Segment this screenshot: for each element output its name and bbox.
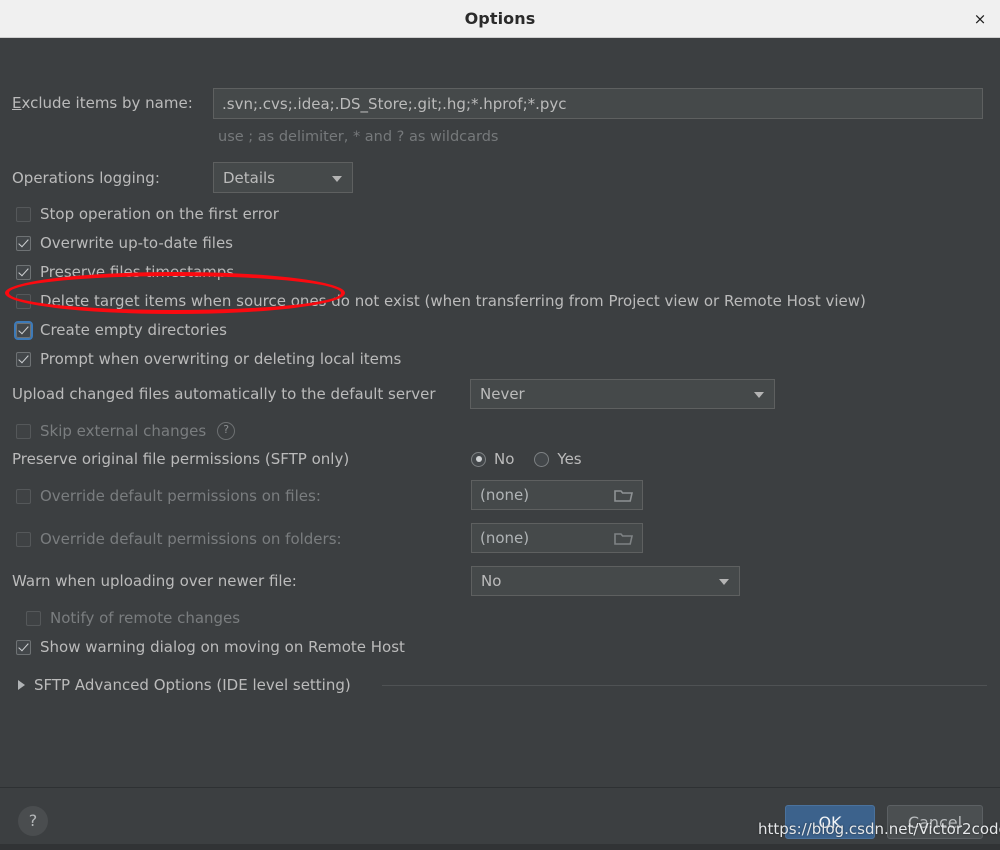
checkbox-stop-on-error[interactable] [16,206,31,222]
override-files-input[interactable]: (none) [471,480,643,510]
upload-changed-select[interactable]: Never [470,379,775,409]
chevron-down-icon [719,579,729,585]
chevron-right-icon [18,680,25,690]
sftp-advanced-options-label: SFTP Advanced Options (IDE level setting… [34,676,351,694]
exclude-items-hint: use ; as delimiter, * and ? as wildcards [218,129,499,145]
checkbox-create-empty-dirs[interactable] [14,320,33,340]
warn-newer-label: Warn when uploading over newer file: [12,572,297,590]
section-divider [382,685,987,686]
dialog-body: Exclude items by name: .svn;.cvs;.idea;.… [0,38,1000,787]
checkbox-preserve-timestamps[interactable] [16,264,31,280]
sftp-advanced-options-toggle[interactable]: SFTP Advanced Options (IDE level setting… [18,675,351,695]
checkbox-label-skip-external: Skip external changes [40,422,207,440]
checkbox-row-create-empty-dirs[interactable]: Create empty directories [14,320,227,340]
exclude-items-value: .svn;.cvs;.idea;.DS_Store;.git;.hg;*.hpr… [222,94,567,113]
override-files-value: (none) [480,486,530,504]
close-icon[interactable]: × [968,8,992,30]
checkbox-label-preserve-timestamps: Preserve files timestamps [40,263,235,281]
checkbox-row-preserve-timestamps[interactable]: Preserve files timestamps [16,262,234,282]
checkbox-notify-remote [26,610,41,626]
checkbox-delete-target[interactable] [16,293,31,309]
folder-icon[interactable] [614,531,633,545]
checkbox-label-notify-remote: Notify of remote changes [50,609,241,627]
radio-label-no: No [494,450,515,468]
checkbox-override-folders [16,531,31,547]
radio-preserve-permissions-no[interactable] [471,451,486,467]
help-icon[interactable]: ? [217,422,236,440]
exclude-items-label: Exclude items by name: [12,94,193,112]
radio-preserve-permissions-yes[interactable] [534,451,550,467]
override-folders-value: (none) [480,529,530,547]
checkbox-override-files [16,488,31,504]
upload-changed-value: Never [480,385,525,403]
checkbox-label-stop-on-error: Stop operation on the first error [40,205,279,223]
window-bottom-edge [0,844,1000,850]
checkbox-row-notify-remote[interactable]: Notify of remote changes [26,608,240,628]
checkbox-row-override-files[interactable]: Override default permissions on files: [16,486,321,506]
checkbox-row-show-warning-moving[interactable]: Show warning dialog on moving on Remote … [16,637,405,657]
checkbox-prompt-overwriting[interactable] [16,351,31,367]
titlebar: Options × [0,0,1000,38]
chevron-down-icon [754,392,764,398]
operations-logging-label: Operations logging: [12,169,160,187]
chevron-down-icon [332,175,342,182]
override-folders-input[interactable]: (none) [471,523,643,553]
exclude-items-input[interactable]: .svn;.cvs;.idea;.DS_Store;.git;.hg;*.hpr… [213,88,983,119]
checkbox-label-override-folders: Override default permissions on folders: [40,530,342,548]
warn-newer-select[interactable]: No [471,566,740,596]
radio-label-yes: Yes [557,450,582,468]
checkbox-label-delete-target: Delete target items when source ones do … [40,292,866,310]
preserve-permissions-label: Preserve original file permissions (SFTP… [12,450,350,468]
checkbox-label-create-empty-dirs: Create empty directories [40,321,227,339]
ok-button[interactable]: OK [785,805,875,839]
operations-logging-value: Details [223,168,276,187]
checkbox-overwrite-uptodate[interactable] [16,235,31,251]
checkbox-label-show-warning-moving: Show warning dialog on moving on Remote … [40,638,405,656]
dialog-footer: ? OK Cancel [0,788,1000,850]
checkbox-row-overwrite-uptodate[interactable]: Overwrite up-to-date files [16,233,233,253]
options-dialog: Options × Exclude items by name: .svn;.c… [0,0,1000,850]
checkbox-label-override-files: Override default permissions on files: [40,487,321,505]
cancel-button[interactable]: Cancel [887,805,983,839]
checkbox-show-warning-moving[interactable] [16,639,31,655]
help-button[interactable]: ? [18,806,48,836]
window-title: Options [464,9,536,28]
checkbox-row-prompt-overwriting[interactable]: Prompt when overwriting or deleting loca… [16,349,401,369]
checkbox-label-prompt-overwriting: Prompt when overwriting or deleting loca… [40,350,402,368]
checkbox-row-delete-target[interactable]: Delete target items when source ones do … [16,291,866,311]
checkbox-row-stop-on-error[interactable]: Stop operation on the first error [16,204,279,224]
checkbox-skip-external [16,423,31,439]
checkbox-row-skip-external[interactable]: Skip external changes ? [16,421,236,441]
warn-newer-value: No [481,572,502,590]
operations-logging-select[interactable]: Details [213,162,353,193]
upload-changed-label: Upload changed files automatically to th… [12,385,436,403]
checkbox-row-override-folders[interactable]: Override default permissions on folders: [16,529,342,549]
exclude-items-label-rest: xclude items by name: [21,94,193,112]
folder-icon[interactable] [614,488,633,502]
checkbox-label-overwrite-uptodate: Overwrite up-to-date files [40,234,234,252]
preserve-permissions-radio-group[interactable]: No Yes [471,449,602,469]
